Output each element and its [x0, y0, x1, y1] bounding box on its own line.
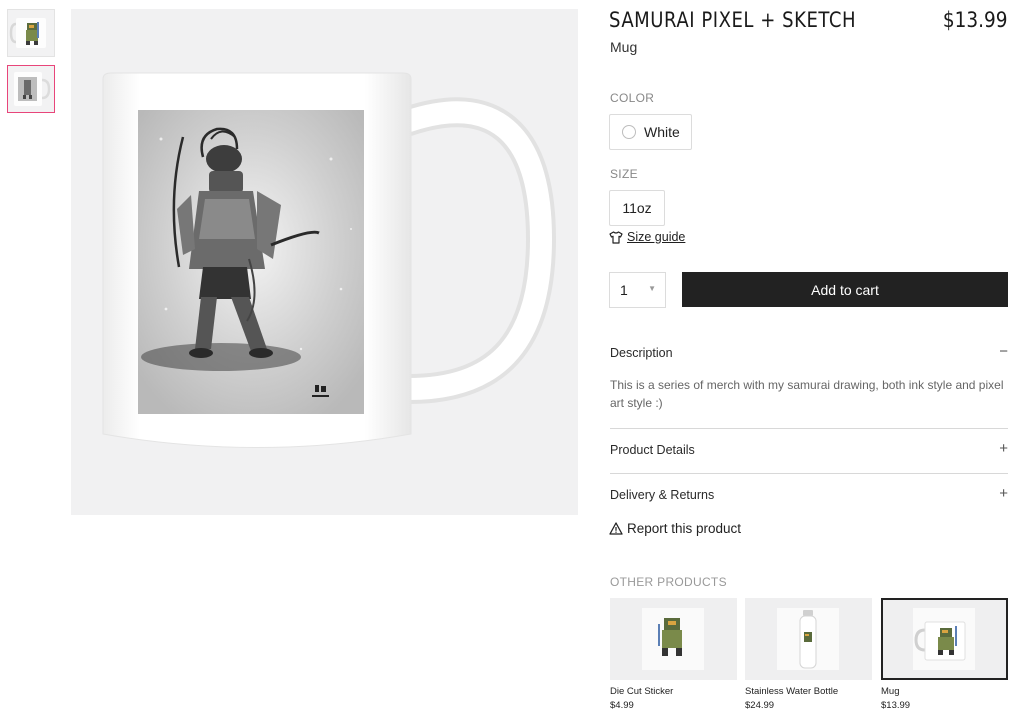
divider	[610, 473, 1008, 474]
accordion-product-details[interactable]: Product Details +	[610, 440, 1008, 457]
quantity-select[interactable]: 1 ▼	[609, 272, 666, 308]
other-products-label: OTHER PRODUCTS	[610, 575, 727, 589]
product-card-name: Mug	[881, 686, 900, 697]
accordion-details-title: Product Details	[610, 443, 695, 457]
mug-illustration	[102, 72, 557, 448]
product-card-image	[610, 598, 737, 680]
size-label: SIZE	[610, 167, 638, 181]
size-guide-text: Size guide	[627, 230, 686, 244]
thumbnail-pixel-mug[interactable]	[7, 9, 55, 57]
product-card-image	[881, 598, 1008, 680]
chevron-down-icon: ▼	[648, 284, 656, 293]
sticker-image	[658, 618, 682, 656]
divider	[610, 428, 1008, 429]
pixel-mug-thumb-image	[9, 18, 46, 48]
accordion-description[interactable]: Description −	[610, 343, 1008, 360]
product-card-price: $4.99	[610, 700, 634, 711]
main-product-image	[71, 9, 578, 515]
bottle-image	[799, 610, 817, 669]
plus-icon: +	[999, 485, 1008, 502]
quantity-value: 1	[620, 282, 628, 298]
accordion-delivery-returns[interactable]: Delivery & Returns +	[610, 485, 1008, 502]
product-title: SAMURAI PIXEL + SKETCH	[609, 8, 857, 32]
product-card-name: Die Cut Sticker	[610, 686, 674, 697]
thumbnail-sketch-mug[interactable]	[7, 65, 55, 113]
radio-circle-icon	[622, 125, 636, 139]
product-card-name: Stainless Water Bottle	[745, 686, 839, 697]
report-product-link[interactable]: Report this product	[609, 521, 741, 536]
minus-icon: −	[999, 343, 1008, 360]
mug-image	[914, 621, 966, 661]
accordion-description-title: Description	[610, 346, 673, 360]
product-price: $13.99	[942, 8, 1007, 32]
report-text: Report this product	[627, 521, 742, 536]
description-text: This is a series of merch with my samura…	[610, 378, 1004, 410]
color-option-white[interactable]: White	[609, 114, 692, 150]
color-option-label: White	[644, 124, 680, 140]
plus-icon: +	[999, 440, 1008, 457]
other-product-card[interactable]: Stainless Water Bottle $24.99	[745, 598, 872, 711]
product-card-price: $24.99	[745, 700, 775, 711]
product-type: Mug	[610, 39, 638, 55]
product-card-image	[745, 598, 872, 680]
warning-triangle-icon	[609, 522, 623, 535]
tshirt-icon	[609, 230, 623, 244]
color-label: COLOR	[610, 91, 655, 105]
other-product-card-selected[interactable]: Mug $13.99	[881, 598, 1008, 711]
sketch-mug-thumb-image	[14, 72, 51, 106]
other-product-card[interactable]: Die Cut Sticker $4.99	[610, 598, 737, 711]
accordion-delivery-title: Delivery & Returns	[610, 488, 715, 502]
product-card-price: $13.99	[881, 700, 911, 711]
size-option-11oz[interactable]: 11oz	[609, 190, 665, 226]
size-guide-link[interactable]: Size guide	[609, 230, 685, 244]
add-to-cart-button[interactable]: Add to cart	[682, 272, 1008, 307]
